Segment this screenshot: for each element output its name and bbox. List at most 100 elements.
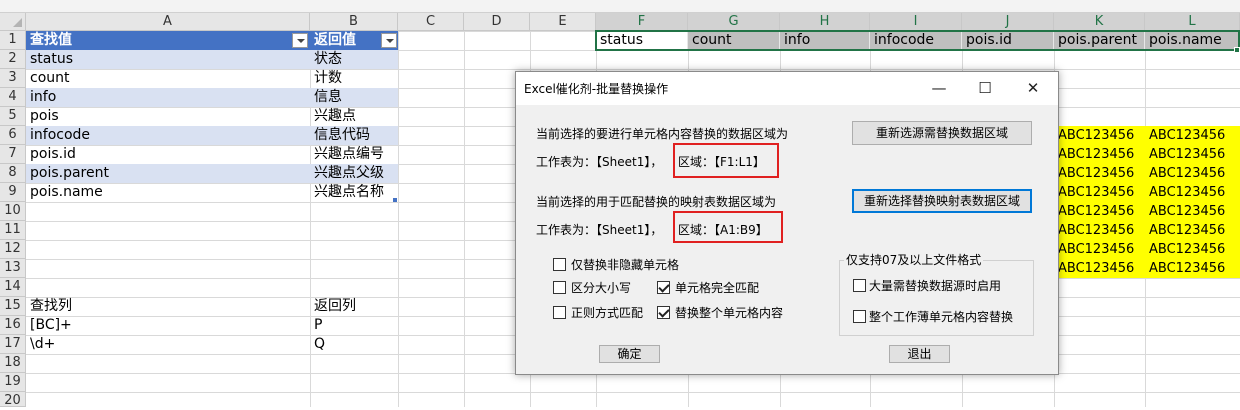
regex-cell[interactable]: Q (310, 335, 398, 354)
table-cell[interactable]: 状态 (310, 50, 398, 69)
regex-header-return[interactable]: 返回列 (310, 297, 398, 316)
row-header[interactable]: 8 (0, 164, 26, 183)
col-header-c[interactable]: C (398, 13, 464, 31)
table-cell[interactable]: info (26, 88, 310, 107)
table-cell[interactable]: pois.name (26, 183, 310, 202)
regex-checkbox[interactable] (553, 306, 566, 319)
reselect-map-button[interactable]: 重新选择替换映射表数据区域 (852, 189, 1032, 213)
col-header-l[interactable]: L (1145, 13, 1240, 31)
regex-cell[interactable]: P (310, 316, 398, 335)
source-range-highlight (673, 143, 779, 178)
selection-border (595, 30, 1240, 51)
row-header[interactable]: 3 (0, 69, 26, 88)
row-header[interactable]: 18 (0, 354, 26, 373)
row-header[interactable]: 19 (0, 373, 26, 392)
col-header-i[interactable]: I (870, 13, 962, 31)
yellow-cell[interactable]: ABC123456 (1145, 259, 1240, 278)
col-header-b[interactable]: B (310, 13, 398, 31)
row-header[interactable]: 4 (0, 88, 26, 107)
reselect-source-button[interactable]: 重新选源需替换数据区域 (852, 121, 1032, 145)
table-cell[interactable]: 兴趣点 (310, 107, 398, 126)
replace-whole-checkbox[interactable] (657, 306, 670, 319)
yellow-cell[interactable]: ABC123456 (1054, 126, 1145, 145)
col-header-e[interactable]: E (530, 13, 596, 31)
large-data-checkbox[interactable] (853, 279, 866, 292)
table-cell[interactable]: status (26, 50, 310, 69)
whole-workbook-label[interactable]: 整个工作薄单元格内容替换 (869, 308, 1013, 325)
table-cell[interactable]: 计数 (310, 69, 398, 88)
minimize-icon[interactable]: — (916, 72, 962, 105)
row-header[interactable]: 11 (0, 221, 26, 240)
table-cell[interactable]: count (26, 69, 310, 88)
row-header[interactable]: 9 (0, 183, 26, 202)
row-header[interactable]: 6 (0, 126, 26, 145)
yellow-cell[interactable]: ABC123456 (1054, 164, 1145, 183)
col-header-f[interactable]: F (596, 13, 688, 31)
table-cell[interactable]: 信息 (310, 88, 398, 107)
col-header-d[interactable]: D (464, 13, 530, 31)
replace-whole-label[interactable]: 替换整个单元格内容 (675, 304, 783, 321)
filter-dropdown-b[interactable] (381, 33, 397, 48)
yellow-cell[interactable]: ABC123456 (1054, 259, 1145, 278)
regex-header-find[interactable]: 查找列 (26, 297, 310, 316)
regex-cell[interactable]: [BC]+ (26, 316, 310, 335)
table-cell[interactable]: 信息代码 (310, 126, 398, 145)
row-header[interactable]: 17 (0, 335, 26, 354)
table-cell[interactable]: 兴趣点名称 (310, 183, 398, 202)
row-header[interactable]: 5 (0, 107, 26, 126)
table-cell[interactable]: 兴趣点编号 (310, 145, 398, 164)
row-header[interactable]: 15 (0, 297, 26, 316)
source-range-description: 当前选择的要进行单元格内容替换的数据区域为 (536, 127, 789, 141)
large-data-label[interactable]: 大量需替换数据源时启用 (869, 277, 1001, 294)
nonhidden-label[interactable]: 仅替换非隐藏单元格 (571, 256, 679, 273)
exact-match-checkbox[interactable] (657, 281, 670, 294)
col-header-g[interactable]: G (688, 13, 780, 31)
table-cell[interactable]: infocode (26, 126, 310, 145)
select-all-corner[interactable] (0, 13, 26, 31)
yellow-cell[interactable]: ABC123456 (1145, 145, 1240, 164)
table-cell[interactable]: 兴趣点父级 (310, 164, 398, 183)
yellow-cell[interactable]: ABC123456 (1145, 240, 1240, 259)
exact-match-label[interactable]: 单元格完全匹配 (675, 279, 759, 296)
yellow-cell[interactable]: ABC123456 (1054, 145, 1145, 164)
regex-cell[interactable]: \d+ (26, 335, 310, 354)
yellow-cell[interactable]: ABC123456 (1054, 240, 1145, 259)
regex-label[interactable]: 正则方式匹配 (571, 304, 643, 321)
table-cell[interactable]: pois.id (26, 145, 310, 164)
row-header[interactable]: 13 (0, 259, 26, 278)
nonhidden-checkbox[interactable] (553, 258, 566, 271)
col-header-h[interactable]: H (780, 13, 870, 31)
exit-button[interactable]: 退出 (889, 345, 950, 363)
whole-workbook-checkbox[interactable] (853, 310, 866, 323)
row-header[interactable]: 20 (0, 392, 26, 408)
col-header-j[interactable]: J (962, 13, 1054, 31)
filter-dropdown-a[interactable] (292, 33, 308, 48)
maximize-icon[interactable]: ☐ (962, 72, 1008, 105)
yellow-cell[interactable]: ABC123456 (1145, 202, 1240, 221)
row-header[interactable]: 1 (0, 31, 26, 50)
table-cell[interactable]: pois.parent (26, 164, 310, 183)
table-resize-handle[interactable] (393, 198, 397, 202)
yellow-cell[interactable]: ABC123456 (1145, 126, 1240, 145)
close-icon[interactable]: ✕ (1010, 72, 1056, 105)
row-header[interactable]: 7 (0, 145, 26, 164)
row-header[interactable]: 14 (0, 278, 26, 297)
row-header[interactable]: 16 (0, 316, 26, 335)
yellow-cell[interactable]: ABC123456 (1145, 221, 1240, 240)
fill-handle[interactable] (1234, 47, 1240, 53)
yellow-cell[interactable]: ABC123456 (1054, 183, 1145, 202)
row-header[interactable]: 12 (0, 240, 26, 259)
case-sensitive-checkbox[interactable] (553, 281, 566, 294)
table-header-lookup[interactable]: 查找值 (26, 31, 310, 50)
yellow-cell[interactable]: ABC123456 (1054, 221, 1145, 240)
col-header-a[interactable]: A (26, 13, 310, 31)
ok-button[interactable]: 确定 (599, 345, 660, 363)
col-header-k[interactable]: K (1054, 13, 1145, 31)
row-header[interactable]: 10 (0, 202, 26, 221)
row-header[interactable]: 2 (0, 50, 26, 69)
yellow-cell[interactable]: ABC123456 (1054, 202, 1145, 221)
table-cell[interactable]: pois (26, 107, 310, 126)
yellow-cell[interactable]: ABC123456 (1145, 183, 1240, 202)
case-sensitive-label[interactable]: 区分大小写 (571, 279, 631, 296)
yellow-cell[interactable]: ABC123456 (1145, 164, 1240, 183)
